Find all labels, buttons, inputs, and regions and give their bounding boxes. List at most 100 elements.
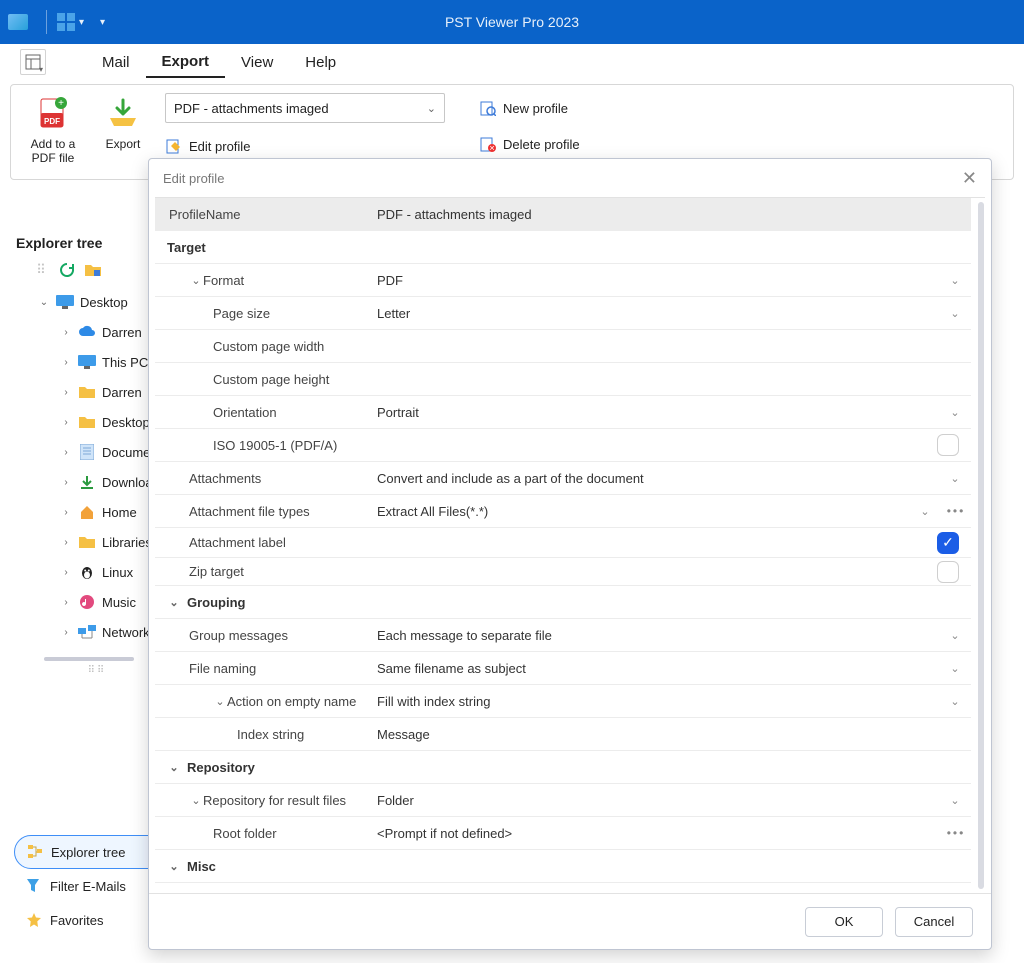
- chevron-down-icon[interactable]: ⌄: [939, 794, 971, 807]
- chevron-down-icon[interactable]: ⌄: [939, 472, 971, 485]
- iso-checkbox[interactable]: [937, 434, 959, 456]
- chevron-down-icon[interactable]: ⌄: [939, 629, 971, 642]
- profile-name-value[interactable]: PDF - attachments imaged: [377, 207, 971, 222]
- browse-button[interactable]: •••: [941, 826, 971, 840]
- attachment-label-checkbox[interactable]: [937, 532, 959, 554]
- chevron-down-icon[interactable]: ⌄: [189, 274, 203, 287]
- export-icon: [103, 93, 143, 133]
- download-icon: [78, 473, 96, 491]
- empty-name-action-select[interactable]: Fill with index string: [377, 694, 939, 709]
- profile-select[interactable]: PDF - attachments imaged ⌄: [165, 93, 445, 123]
- file-naming-select[interactable]: Same filename as subject: [377, 661, 939, 676]
- titlebar: ▾ ▾ PST Viewer Pro 2023: [0, 0, 1024, 44]
- export-button[interactable]: Export: [95, 93, 151, 151]
- music-icon: [78, 593, 96, 611]
- chevron-down-icon[interactable]: ⌄: [213, 695, 227, 708]
- layout-options-button[interactable]: [20, 49, 46, 75]
- delete-profile-button[interactable]: ✕ Delete profile: [479, 131, 580, 157]
- section-repository[interactable]: ⌄ Repository: [155, 751, 971, 784]
- chevron-right-icon[interactable]: ›: [60, 567, 72, 578]
- existing-file-select[interactable]: Add suffix: [377, 892, 939, 894]
- chevron-down-icon[interactable]: ⌄: [939, 307, 971, 320]
- orientation-select[interactable]: Portrait: [377, 405, 939, 420]
- refresh-icon[interactable]: [58, 261, 76, 279]
- home-icon: [78, 503, 96, 521]
- chevron-right-icon[interactable]: ›: [60, 507, 72, 518]
- index-string-input[interactable]: Message: [377, 727, 971, 742]
- add-to-pdf-button[interactable]: PDF + Add to a PDF file: [25, 93, 81, 165]
- format-select[interactable]: PDF: [377, 273, 939, 288]
- close-button[interactable]: ✕: [962, 168, 977, 189]
- attachment-types-select[interactable]: Extract All Files(*.*): [377, 504, 909, 519]
- tab-view[interactable]: View: [225, 48, 289, 77]
- ribbon-tabs: Mail Export View Help: [0, 44, 1024, 80]
- chevron-right-icon[interactable]: ›: [60, 477, 72, 488]
- chevron-right-icon[interactable]: ›: [60, 597, 72, 608]
- chevron-down-icon[interactable]: ⌄: [939, 406, 971, 419]
- drag-handle-icon[interactable]: ⠿: [32, 261, 50, 279]
- tree-icon: [27, 844, 43, 860]
- profile-name-label: ProfileName: [155, 207, 377, 222]
- tab-mail[interactable]: Mail: [86, 48, 146, 77]
- chevron-down-icon[interactable]: ⌄: [167, 761, 181, 774]
- chevron-down-icon[interactable]: ⌄: [38, 297, 50, 308]
- chevron-down-icon[interactable]: ▾: [79, 17, 84, 28]
- section-target[interactable]: Target: [155, 231, 971, 264]
- chevron-down-icon[interactable]: ▾: [100, 17, 105, 28]
- svg-text:PDF: PDF: [44, 117, 60, 126]
- chevron-down-icon[interactable]: ⌄: [939, 893, 971, 894]
- edit-icon: [165, 137, 183, 155]
- folder-icon[interactable]: [84, 261, 102, 279]
- chevron-down-icon[interactable]: ⌄: [909, 505, 941, 518]
- quick-access-grid-icon[interactable]: [57, 13, 75, 31]
- vertical-scrollbar[interactable]: [977, 202, 985, 889]
- section-target-label: Target: [167, 240, 206, 255]
- chevron-right-icon[interactable]: ›: [60, 387, 72, 398]
- search-icon: [479, 99, 497, 117]
- new-profile-button[interactable]: New profile: [479, 95, 580, 121]
- svg-text:+: +: [58, 98, 64, 109]
- chevron-down-icon[interactable]: ⌄: [189, 794, 203, 807]
- section-grouping[interactable]: ⌄ Grouping: [155, 586, 971, 619]
- repository-select[interactable]: Folder: [377, 793, 939, 808]
- chevron-down-icon[interactable]: ⌄: [167, 860, 181, 873]
- chevron-right-icon[interactable]: ›: [60, 537, 72, 548]
- zip-target-checkbox[interactable]: [937, 561, 959, 583]
- horizontal-scrollbar[interactable]: [44, 657, 134, 661]
- edit-profile-button[interactable]: Edit profile: [165, 133, 445, 159]
- root-folder-input[interactable]: <Prompt if not defined>: [377, 826, 941, 841]
- chevron-right-icon[interactable]: ›: [60, 417, 72, 428]
- filter-icon: [26, 878, 42, 894]
- chevron-down-icon[interactable]: ⌄: [939, 695, 971, 708]
- dialog-title: Edit profile: [163, 171, 224, 186]
- cloud-icon: [78, 323, 96, 341]
- app-title: PST Viewer Pro 2023: [445, 14, 579, 30]
- document-icon: [78, 443, 96, 461]
- section-misc[interactable]: ⌄ Misc: [155, 850, 971, 883]
- desktop-icon: [56, 293, 74, 311]
- more-button[interactable]: •••: [941, 504, 971, 518]
- edit-profile-dialog: Edit profile ✕ ProfileName PDF - attachm…: [148, 158, 992, 950]
- ok-button[interactable]: OK: [805, 907, 883, 937]
- chevron-down-icon[interactable]: ⌄: [167, 596, 181, 609]
- attachments-select[interactable]: Convert and include as a part of the doc…: [377, 471, 939, 486]
- page-size-select[interactable]: Letter: [377, 306, 939, 321]
- chevron-right-icon[interactable]: ›: [60, 447, 72, 458]
- libraries-icon: [78, 533, 96, 551]
- chevron-down-icon[interactable]: ⌄: [939, 274, 971, 287]
- delete-icon: ✕: [479, 135, 497, 153]
- chevron-right-icon[interactable]: ›: [60, 627, 72, 638]
- tab-export[interactable]: Export: [146, 47, 226, 78]
- tab-help[interactable]: Help: [289, 48, 352, 77]
- chevron-down-icon: ⌄: [427, 102, 436, 115]
- pdf-add-icon: PDF +: [33, 93, 73, 133]
- network-icon: [78, 623, 96, 641]
- app-icon: [8, 14, 28, 30]
- cancel-button[interactable]: Cancel: [895, 907, 973, 937]
- pc-icon: [78, 353, 96, 371]
- chevron-right-icon[interactable]: ›: [60, 327, 72, 338]
- chevron-right-icon[interactable]: ›: [60, 357, 72, 368]
- folder-icon: [78, 413, 96, 431]
- chevron-down-icon[interactable]: ⌄: [939, 662, 971, 675]
- group-messages-select[interactable]: Each message to separate file: [377, 628, 939, 643]
